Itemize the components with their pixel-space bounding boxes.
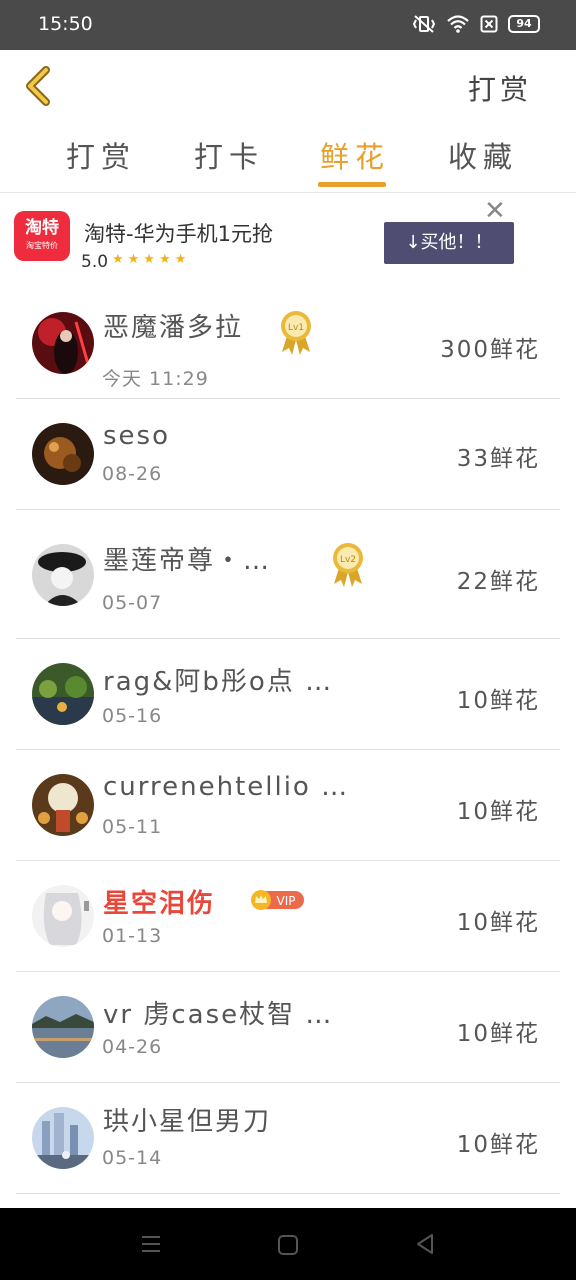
header-reward-button[interactable]: 打赏 xyxy=(468,68,532,108)
list-item[interactable]: 恶魔潘多拉 Lv1 今天 11:29 300鲜花 xyxy=(16,288,560,399)
user-name: rag&阿b彤o点 … xyxy=(103,667,334,697)
item-date: 05-07 xyxy=(102,592,163,614)
system-nav-bar xyxy=(0,1208,576,1280)
flower-amount: 22鲜花 xyxy=(456,569,540,595)
medal-icon: Lv1 xyxy=(281,311,311,355)
vibrate-off-icon xyxy=(412,15,436,33)
tab-reward[interactable]: 打赏 xyxy=(66,134,136,176)
list-item[interactable]: rag&阿b彤o点 … 05-16 10鲜花 xyxy=(16,639,560,750)
avatar xyxy=(32,663,94,725)
item-date: 05-16 xyxy=(102,705,163,727)
header: 打赏 xyxy=(0,50,576,122)
menu-icon[interactable] xyxy=(140,1234,162,1254)
battery-icon: 94 xyxy=(508,15,540,33)
wifi-icon xyxy=(447,15,469,33)
user-name: 恶魔潘多拉 xyxy=(103,313,244,343)
ad-download-button[interactable]: ↓买他！！ xyxy=(384,222,514,264)
medal-icon: Lv2 xyxy=(333,543,363,587)
list-item[interactable]: vr 虏case杖智 … 04-26 10鲜花 xyxy=(16,972,560,1083)
divider xyxy=(0,192,576,193)
avatar xyxy=(32,996,94,1058)
user-name: 墨莲帝尊・… xyxy=(103,546,272,576)
vip-badge-icon: VIP xyxy=(251,890,304,910)
user-name: seso xyxy=(103,421,170,451)
ad-title: 淘特-华为手机1元抢 xyxy=(84,222,273,246)
tab-favorites[interactable]: 收藏 xyxy=(448,134,518,176)
list-item[interactable]: 星空泪伤 VIP 01-13 10鲜花 xyxy=(16,861,560,972)
rating-stars-icon: ★★★★★ xyxy=(112,252,191,267)
flower-list: 恶魔潘多拉 Lv1 今天 11:29 300鲜花 seso 08-26 33鲜花… xyxy=(16,288,560,1194)
list-item[interactable]: currenehtellio … 05-11 10鲜花 xyxy=(16,750,560,861)
sim-x-icon xyxy=(480,15,498,33)
avatar xyxy=(32,312,94,374)
tab-flowers[interactable]: 鲜花 xyxy=(320,134,390,176)
avatar xyxy=(32,885,94,947)
ad-logo-subtext: 淘宝特价 xyxy=(26,241,58,250)
medal-level: Lv1 xyxy=(288,323,304,333)
flower-amount: 300鲜花 xyxy=(440,337,540,363)
avatar xyxy=(32,774,94,836)
item-date: 05-11 xyxy=(102,816,163,838)
flower-amount: 33鲜花 xyxy=(456,446,540,472)
avatar xyxy=(32,423,94,485)
user-name: vr 虏case杖智 … xyxy=(103,1000,334,1030)
user-name: currenehtellio … xyxy=(103,772,350,802)
flower-amount: 10鲜花 xyxy=(456,1132,540,1158)
tab-active-indicator xyxy=(318,182,386,187)
item-date: 今天 11:29 xyxy=(102,368,209,390)
item-date: 05-14 xyxy=(102,1147,163,1169)
item-date: 04-26 xyxy=(102,1036,163,1058)
back-icon[interactable] xyxy=(18,62,58,110)
flower-amount: 10鲜花 xyxy=(456,799,540,825)
avatar xyxy=(32,1107,94,1169)
list-item[interactable]: seso 08-26 33鲜花 xyxy=(16,399,560,510)
ad-banner[interactable]: 淘特 淘宝特价 淘特-华为手机1元抢 5.0 ★★★★★ ↓买他！！ ✕ xyxy=(0,194,576,278)
ad-rating: 5.0 xyxy=(81,252,109,272)
tab-bar: 打赏 打卡 鲜花 收藏 xyxy=(0,126,576,192)
item-date: 01-13 xyxy=(102,925,163,947)
avatar xyxy=(32,544,94,606)
user-name: 珙小星但男刀 xyxy=(103,1107,272,1137)
flower-amount: 10鲜花 xyxy=(456,688,540,714)
flower-amount: 10鲜花 xyxy=(456,1021,540,1047)
ad-app-logo: 淘特 淘宝特价 xyxy=(14,211,70,261)
medal-level: Lv2 xyxy=(340,555,356,565)
flower-amount: 10鲜花 xyxy=(456,910,540,936)
status-time: 15:50 xyxy=(38,13,93,35)
vip-label: VIP xyxy=(277,894,296,908)
tab-checkin[interactable]: 打卡 xyxy=(194,134,264,176)
ad-logo-text: 淘特 xyxy=(25,218,59,238)
status-icons: 94 xyxy=(412,14,540,34)
user-name: 星空泪伤 xyxy=(103,889,216,919)
list-item[interactable]: 珙小星但男刀 05-14 10鲜花 xyxy=(16,1083,560,1194)
list-item[interactable]: 墨莲帝尊・… Lv2 05-07 22鲜花 xyxy=(16,510,560,639)
close-icon[interactable]: ✕ xyxy=(484,198,506,224)
item-date: 08-26 xyxy=(102,463,163,485)
back-nav-icon[interactable] xyxy=(414,1233,436,1255)
status-bar: 15:50 94 xyxy=(0,0,576,50)
home-icon[interactable] xyxy=(277,1234,299,1256)
